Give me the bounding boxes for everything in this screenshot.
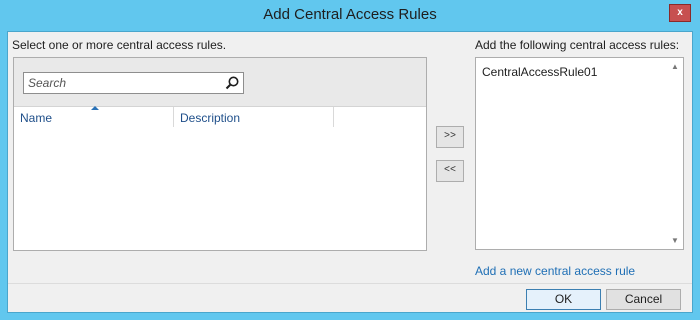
right-section-label: Add the following central access rules:: [475, 38, 680, 52]
dialog-window: Add Central Access Rules x Select one or…: [0, 0, 700, 320]
list-item[interactable]: CentralAccessRule01: [482, 65, 597, 79]
left-section-label: Select one or more central access rules.: [12, 38, 227, 52]
column-header-description[interactable]: Description: [180, 107, 330, 125]
search-box[interactable]: [23, 72, 244, 94]
cancel-button[interactable]: Cancel: [606, 289, 681, 310]
title-bar[interactable]: Add Central Access Rules x: [0, 0, 700, 31]
remove-rule-button[interactable]: <<: [436, 160, 464, 182]
dialog-title: Add Central Access Rules: [263, 6, 437, 23]
scroll-down-icon[interactable]: ▼: [668, 234, 682, 248]
available-rules-panel: Name Description: [13, 57, 427, 251]
close-button[interactable]: x: [669, 4, 691, 22]
add-rule-button[interactable]: >>: [436, 126, 464, 148]
rules-grid-header: Name Description: [14, 106, 426, 127]
search-icon[interactable]: [224, 75, 240, 91]
search-input[interactable]: [26, 74, 220, 92]
ok-button[interactable]: OK: [526, 289, 601, 310]
column-header-name[interactable]: Name: [20, 107, 170, 125]
column-divider[interactable]: [333, 107, 334, 127]
dialog-body: Select one or more central access rules.…: [7, 31, 693, 313]
selected-rules-list[interactable]: CentralAccessRule01 ▲ ▼: [475, 57, 684, 250]
search-area: [14, 58, 426, 107]
add-new-rule-link[interactable]: Add a new central access rule: [475, 264, 635, 278]
scroll-up-icon[interactable]: ▲: [668, 60, 682, 74]
column-divider[interactable]: [173, 107, 174, 127]
footer-divider: [8, 283, 692, 284]
